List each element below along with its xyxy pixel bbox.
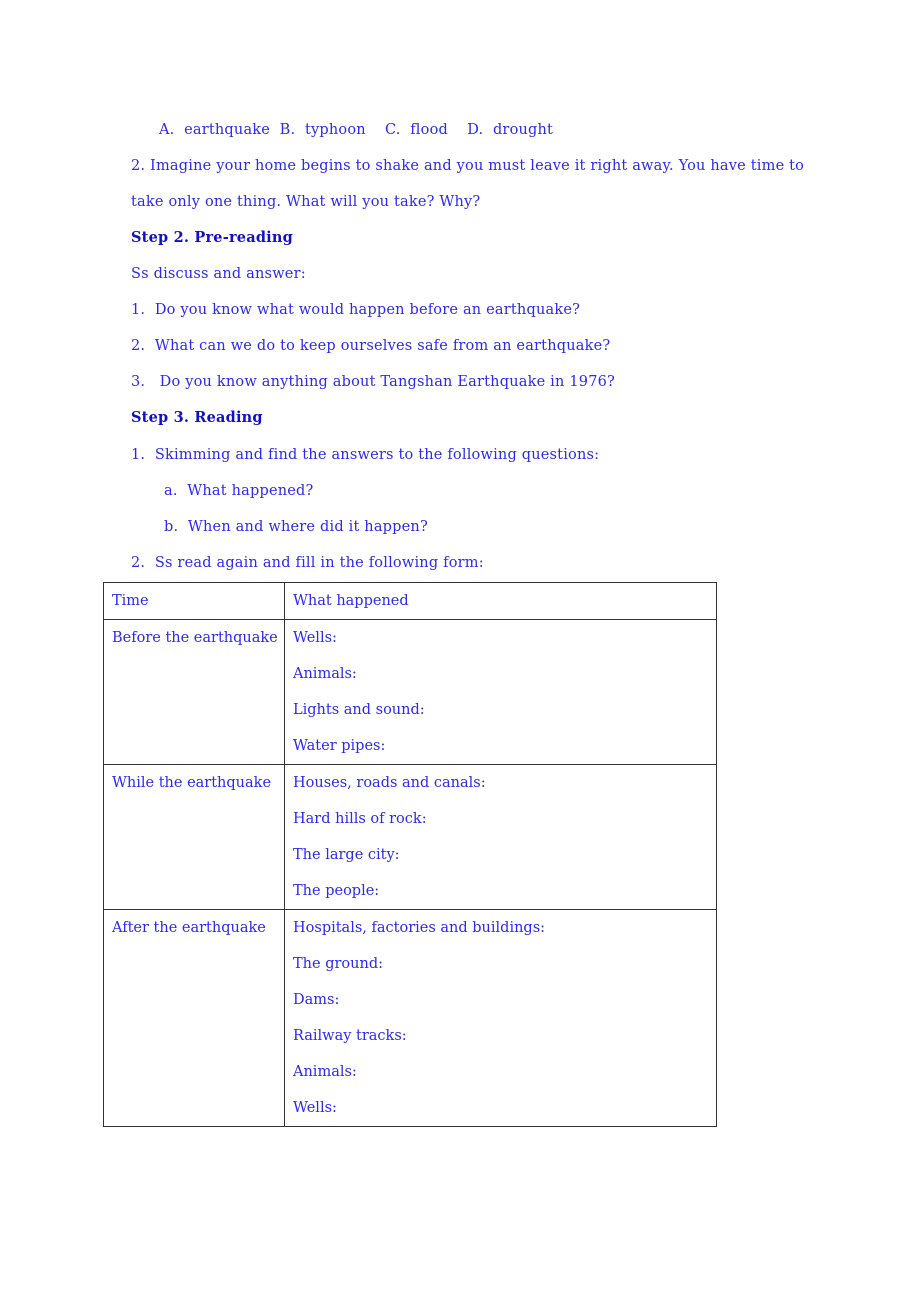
time-cell: Before the earthquake xyxy=(103,619,285,765)
event-item: Wells: xyxy=(293,630,337,646)
event-item: Hospitals, factories and buildings: xyxy=(293,920,546,936)
table-row: After the earthquake Hospitals, factorie… xyxy=(103,909,717,1127)
question-2-line-1: 2. Imagine your home begins to shake and… xyxy=(131,158,805,174)
pre-reading-question: 3. Do you know anything about Tangshan E… xyxy=(131,374,616,390)
time-cell: While the earthquake xyxy=(103,764,285,910)
event-item: The large city: xyxy=(293,847,400,863)
table-row: While the earthquake Houses, roads and c… xyxy=(103,764,717,910)
events-cell: Wells: Animals: Lights and sound: Water … xyxy=(284,619,717,765)
reading-task-2: 2. Ss read again and fill in the followi… xyxy=(131,555,484,571)
event-item: Railway tracks: xyxy=(293,1028,407,1044)
skimming-subquestion: b. When and where did it happen? xyxy=(164,519,428,535)
event-item: Animals: xyxy=(293,666,357,682)
step-2-intro: Ss discuss and answer: xyxy=(131,266,306,282)
step-2-heading: Step 2. Pre-reading xyxy=(131,229,293,246)
pre-reading-question: 2. What can we do to keep ourselves safe… xyxy=(131,338,611,354)
reading-task-1: 1. Skimming and find the answers to the … xyxy=(131,447,600,463)
event-item: Houses, roads and canals: xyxy=(293,775,486,791)
time-cell: After the earthquake xyxy=(103,909,285,1127)
table-header-cell: Time xyxy=(103,582,285,620)
event-item: Animals: xyxy=(293,1064,357,1080)
event-item: The ground: xyxy=(293,956,383,972)
event-item: Hard hills of rock: xyxy=(293,811,427,827)
event-item: Water pipes: xyxy=(293,738,386,754)
event-item: Dams: xyxy=(293,992,340,1008)
time-label: After the earthquake xyxy=(112,920,266,936)
pre-reading-question: 1. Do you know what would happen before … xyxy=(131,302,581,318)
time-label: While the earthquake xyxy=(112,775,272,791)
earthquake-form-table: Time What happened Before the earthquake… xyxy=(103,582,717,1127)
question-2-line-2: take only one thing. What will you take?… xyxy=(131,194,481,210)
event-item: Lights and sound: xyxy=(293,702,425,718)
step-3-heading: Step 3. Reading xyxy=(131,409,263,426)
table-header-cell: What happened xyxy=(284,582,717,620)
header-time: Time xyxy=(112,593,149,609)
time-label: Before the earthquake xyxy=(112,630,278,646)
table-header-row: Time What happened xyxy=(103,582,717,620)
skimming-subquestion: a. What happened? xyxy=(164,483,314,499)
header-what-happened: What happened xyxy=(293,593,409,609)
table-row: Before the earthquake Wells: Animals: Li… xyxy=(103,619,717,765)
event-item: Wells: xyxy=(293,1100,337,1116)
multiple-choice-options: A. earthquake B. typhoon C. flood D. dro… xyxy=(159,122,554,138)
events-cell: Houses, roads and canals: Hard hills of … xyxy=(284,764,717,910)
events-cell: Hospitals, factories and buildings: The … xyxy=(284,909,717,1127)
event-item: The people: xyxy=(293,883,380,899)
